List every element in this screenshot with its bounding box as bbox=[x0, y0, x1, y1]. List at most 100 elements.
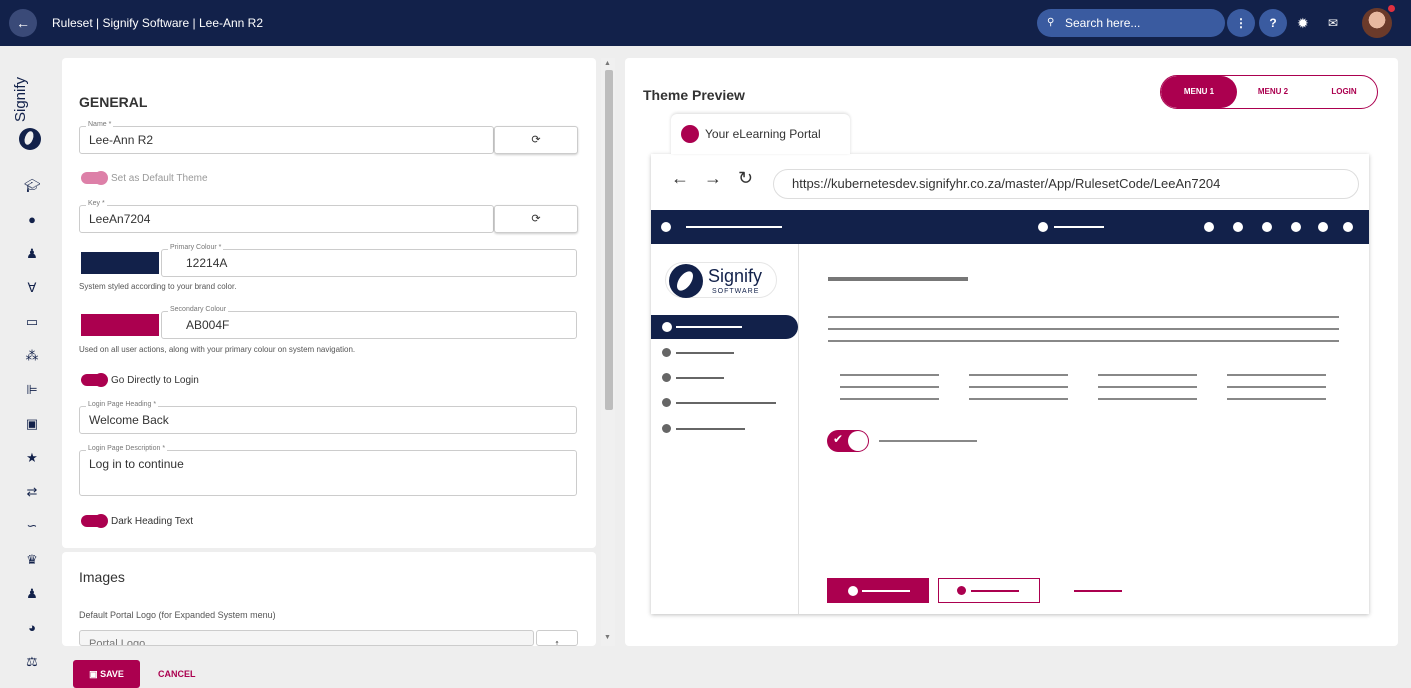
primary-colour-hint: System styled according to your brand co… bbox=[79, 282, 237, 291]
people-arrows-icon[interactable]: ∀ bbox=[24, 280, 40, 296]
calendar-icon[interactable]: ▣ bbox=[24, 416, 40, 432]
preview-url-bar: https://kubernetesdev.signifyhr.co.za/ma… bbox=[773, 169, 1359, 199]
preview-tab-title: Your eLearning Portal bbox=[705, 127, 821, 141]
preview-sidebar-dot bbox=[662, 348, 671, 357]
save-icon: ▣ bbox=[89, 669, 101, 679]
name-field[interactable]: Name * Lee-Ann R2 bbox=[79, 121, 494, 154]
handshake-icon[interactable]: ∽ bbox=[24, 518, 40, 534]
preview-column-line bbox=[1098, 398, 1197, 400]
preview-column-line bbox=[1227, 374, 1326, 376]
graduation-cap-icon[interactable]: 🎓︎ bbox=[24, 178, 41, 194]
top-bar: ← Ruleset | Signify Software | Lee-Ann R… bbox=[0, 0, 1411, 46]
preview-column-line bbox=[969, 398, 1068, 400]
refresh-icon: ⟳ bbox=[531, 213, 541, 225]
more-button[interactable]: ⋮ bbox=[1227, 9, 1255, 37]
preview-column-line bbox=[840, 374, 939, 376]
refresh-icon: ⟳ bbox=[531, 134, 541, 146]
preview-logo-icon bbox=[669, 264, 703, 298]
signify-tab-icon bbox=[681, 125, 699, 143]
gear-icon[interactable]: ✹ bbox=[1297, 13, 1309, 33]
preview-column-line bbox=[840, 386, 939, 388]
form-scrollbar[interactable]: ▲ ▼ bbox=[601, 58, 615, 646]
user-icon[interactable]: ♟ bbox=[24, 246, 40, 262]
crown-icon[interactable]: ♛ bbox=[24, 552, 40, 568]
mail-icon[interactable]: ✉ bbox=[1328, 13, 1338, 33]
scroll-up-icon[interactable]: ▲ bbox=[604, 60, 611, 67]
preview-heading-placeholder bbox=[828, 277, 968, 281]
upload-button[interactable]: ↑ bbox=[536, 630, 578, 646]
preview-text-line bbox=[828, 340, 1339, 342]
dark-heading-label: Dark Heading Text bbox=[111, 516, 194, 527]
search-input[interactable]: ⚲ Search here... bbox=[1037, 9, 1225, 37]
images-heading: Images bbox=[79, 569, 125, 585]
preview-column-line bbox=[840, 398, 939, 400]
regenerate-name-button[interactable]: ⟳ bbox=[494, 126, 578, 154]
preview-nav-dot bbox=[1291, 222, 1301, 232]
menu-2-button[interactable]: MENU 2 bbox=[1237, 76, 1309, 108]
secondary-colour-value: AB004F bbox=[186, 318, 230, 332]
go-login-toggle[interactable] bbox=[81, 373, 108, 387]
compass-icon[interactable]: ● bbox=[24, 212, 40, 228]
regenerate-key-button[interactable]: ⟳ bbox=[494, 205, 578, 233]
footer-bar bbox=[62, 655, 1411, 688]
login-button[interactable]: LOGIN bbox=[1309, 76, 1377, 108]
menu-1-button[interactable]: MENU 1 bbox=[1161, 76, 1237, 108]
arrow-left-icon: ← bbox=[16, 15, 30, 31]
primary-colour-value: 12214A bbox=[186, 256, 228, 270]
go-login-label: Go Directly to Login bbox=[111, 375, 199, 386]
secondary-colour-swatch[interactable] bbox=[81, 314, 159, 336]
key-field[interactable]: Key * LeeAn7204 bbox=[79, 200, 494, 233]
theme-preview-title: Theme Preview bbox=[643, 87, 745, 103]
primary-colour-swatch[interactable] bbox=[81, 252, 159, 274]
preview-button-line bbox=[971, 590, 1019, 592]
search-placeholder: Search here... bbox=[1065, 16, 1141, 30]
login-heading-value: Welcome Back bbox=[89, 413, 169, 427]
search-icon: ⚲ bbox=[1047, 17, 1055, 28]
users-icon[interactable]: ⁂ bbox=[24, 348, 40, 364]
preview-sidebar-dot bbox=[662, 424, 671, 433]
key-value: LeeAn7204 bbox=[89, 212, 151, 226]
preview-column-line bbox=[969, 374, 1068, 376]
preview-sidebar-dot bbox=[662, 322, 672, 332]
preview-link-line bbox=[1074, 590, 1122, 592]
help-button[interactable]: ? bbox=[1259, 9, 1287, 37]
scale-icon[interactable]: ⚖ bbox=[24, 654, 40, 670]
login-description-field[interactable]: Login Page Description * Log in to conti… bbox=[79, 445, 577, 496]
preview-nav-line bbox=[686, 226, 782, 228]
chart-icon[interactable]: ⊫ bbox=[24, 382, 40, 398]
scrollbar-thumb[interactable] bbox=[605, 70, 613, 410]
page-title: Ruleset | Signify Software | Lee-Ann R2 bbox=[52, 16, 264, 30]
preview-toggle-knob bbox=[848, 431, 868, 451]
preview-text-line bbox=[828, 328, 1339, 330]
dark-heading-toggle[interactable] bbox=[81, 514, 108, 528]
avatar[interactable] bbox=[1362, 8, 1392, 38]
default-theme-label: Set as Default Theme bbox=[111, 173, 208, 184]
cancel-button[interactable]: CANCEL bbox=[158, 660, 196, 688]
route-icon[interactable]: ⇄ bbox=[24, 484, 40, 500]
pie-chart-icon[interactable]: ◕ bbox=[24, 620, 40, 636]
back-button[interactable]: ← bbox=[9, 9, 37, 37]
secondary-colour-field[interactable]: Secondary Colour AB004F bbox=[161, 306, 577, 339]
id-card-icon[interactable]: ▭ bbox=[24, 314, 40, 330]
preview-nav-dot bbox=[1262, 222, 1272, 232]
portal-logo-field[interactable]: Portal Logo bbox=[79, 630, 534, 646]
user-plus-icon[interactable]: ♟ bbox=[24, 586, 40, 602]
brand-logo bbox=[19, 128, 41, 150]
primary-colour-field[interactable]: Primary Colour * 12214A bbox=[161, 244, 577, 277]
login-heading-field[interactable]: Login Page Heading * Welcome Back bbox=[79, 401, 577, 434]
preview-nav-dot bbox=[1343, 222, 1353, 232]
save-button[interactable]: ▣ SAVE bbox=[73, 660, 140, 688]
star-icon[interactable]: ★ bbox=[24, 450, 40, 466]
forward-arrow-icon: → bbox=[704, 168, 722, 188]
preview-button-dot bbox=[957, 586, 966, 595]
general-heading: GENERAL bbox=[79, 94, 148, 110]
preview-toggle-label-line bbox=[879, 440, 977, 442]
default-theme-toggle[interactable] bbox=[81, 171, 108, 185]
save-label: SAVE bbox=[100, 669, 124, 679]
preview-toggle: ✔ bbox=[827, 430, 869, 452]
portal-logo-value: Portal Logo bbox=[89, 638, 146, 646]
more-icon: ⋮ bbox=[1235, 16, 1247, 30]
preview-column-line bbox=[969, 386, 1068, 388]
brand-vertical: Signify bbox=[10, 70, 50, 130]
scroll-down-icon[interactable]: ▼ bbox=[604, 634, 611, 641]
